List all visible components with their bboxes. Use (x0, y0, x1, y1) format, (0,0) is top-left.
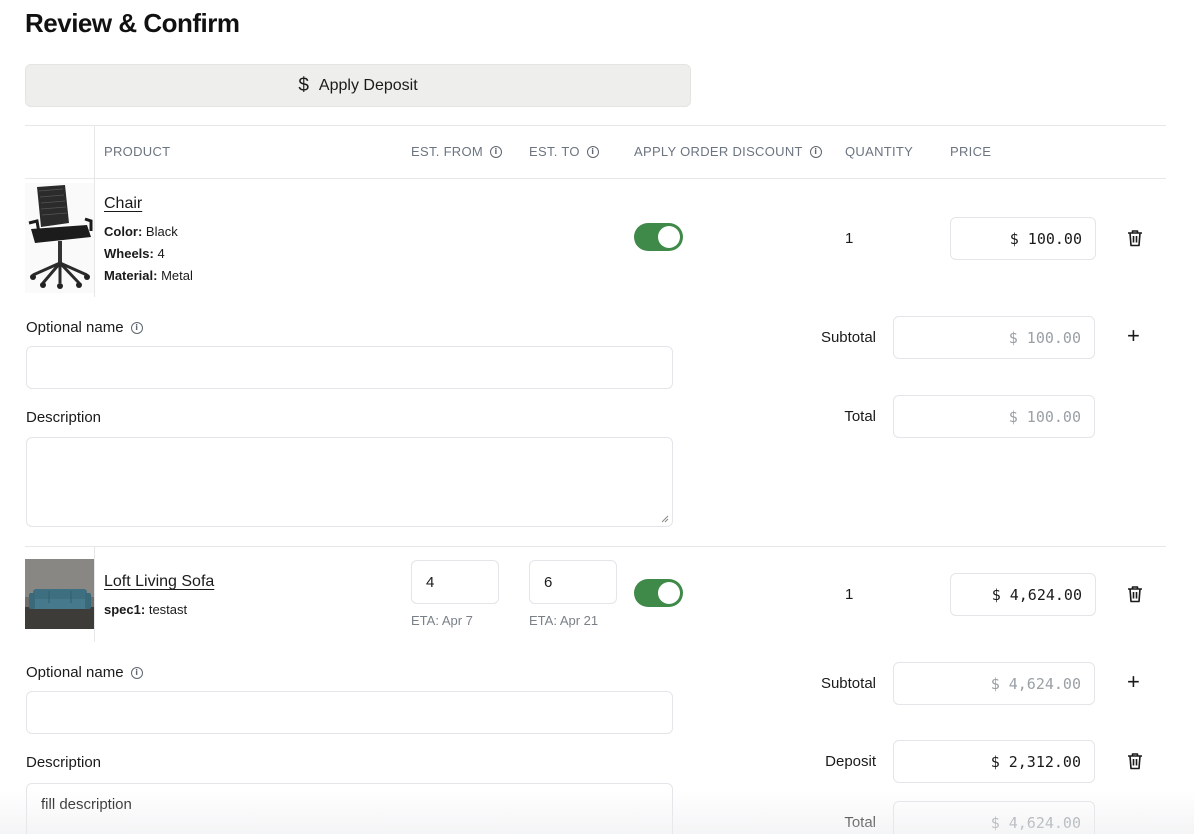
est-from-eta: ETA: Apr 7 (411, 613, 473, 628)
apply-deposit-label: Apply Deposit (318, 76, 418, 94)
header-price: PRICE (950, 144, 992, 159)
subtotal-label: Subtotal (820, 675, 876, 692)
price-input[interactable]: $ 100.00 (950, 217, 1096, 260)
sofa-thumbnail (25, 559, 95, 629)
header-quantity: QUANTITY (845, 144, 914, 159)
trash-icon[interactable] (1127, 229, 1143, 247)
header-apply-discount: APPLY ORDER DISCOUNT i (634, 144, 822, 159)
subtotal-field: $ 4,624.00 (893, 662, 1095, 705)
plus-icon[interactable]: + (1127, 671, 1140, 693)
total-label: Total (844, 408, 876, 425)
spec-line: Wheels: 4 (104, 246, 165, 261)
deposit-input[interactable]: $ 2,312.00 (893, 740, 1095, 783)
page-title: Review & Confirm (25, 8, 240, 38)
header-product: PRODUCT (104, 144, 171, 159)
description-textarea[interactable]: fill description (26, 783, 673, 834)
quantity-value: 1 (845, 230, 854, 247)
spec-line: Color: Black (104, 224, 178, 239)
header-bottom-divider (25, 178, 1166, 179)
spec-line: Material: Metal (104, 268, 193, 283)
toggle-knob (658, 226, 680, 248)
header-est-to: EST. TO i (529, 144, 599, 159)
apply-deposit-button[interactable]: $ Apply Deposit (25, 64, 691, 107)
optional-name-input[interactable] (26, 691, 673, 734)
spec-line: spec1: testast (104, 602, 188, 617)
dollar-icon: $ (298, 74, 309, 96)
subtotal-label: Subtotal (820, 329, 876, 346)
optional-name-label: Optional name i (26, 664, 143, 681)
optional-name-label: Optional name i (26, 319, 143, 336)
trash-icon[interactable] (1127, 752, 1143, 770)
est-to-eta: ETA: Apr 21 (529, 613, 599, 628)
total-field: $ 4,624.00 (893, 801, 1095, 834)
description-text: fill description (41, 796, 132, 813)
header-est-from: EST. FROM i (411, 144, 503, 159)
info-icon[interactable]: i (130, 666, 143, 679)
description-textarea[interactable] (26, 437, 673, 527)
info-icon[interactable]: i (130, 321, 143, 334)
deposit-label: Deposit (825, 753, 876, 770)
est-to-input[interactable]: 6 (529, 560, 617, 604)
trash-icon[interactable] (1127, 585, 1143, 603)
apply-discount-toggle[interactable] (634, 579, 683, 607)
product-link-chair[interactable]: Chair (104, 195, 142, 213)
info-icon[interactable]: i (586, 145, 599, 158)
description-label: Description (26, 754, 102, 771)
info-icon[interactable]: i (809, 145, 822, 158)
apply-discount-toggle[interactable] (634, 223, 683, 251)
row-column-divider (94, 547, 95, 642)
office-chair-thumbnail (25, 183, 95, 293)
quantity-value: 1 (845, 586, 854, 603)
optional-name-input[interactable] (26, 346, 673, 389)
item-divider (25, 546, 1166, 547)
row-column-divider (94, 179, 95, 297)
product-link-sofa[interactable]: Loft Living Sofa (104, 573, 214, 591)
resize-grip-icon[interactable] (661, 515, 669, 523)
toggle-knob (658, 582, 680, 604)
description-label: Description (26, 409, 102, 426)
price-input[interactable]: $ 4,624.00 (950, 573, 1096, 616)
header-column-divider (94, 125, 95, 179)
plus-icon[interactable]: + (1127, 325, 1140, 347)
est-from-input[interactable]: 4 (411, 560, 499, 604)
table-top-divider (25, 125, 1166, 126)
subtotal-field: $ 100.00 (893, 316, 1095, 359)
total-label: Total (844, 814, 876, 831)
info-icon[interactable]: i (490, 145, 503, 158)
total-field: $ 100.00 (893, 395, 1095, 438)
